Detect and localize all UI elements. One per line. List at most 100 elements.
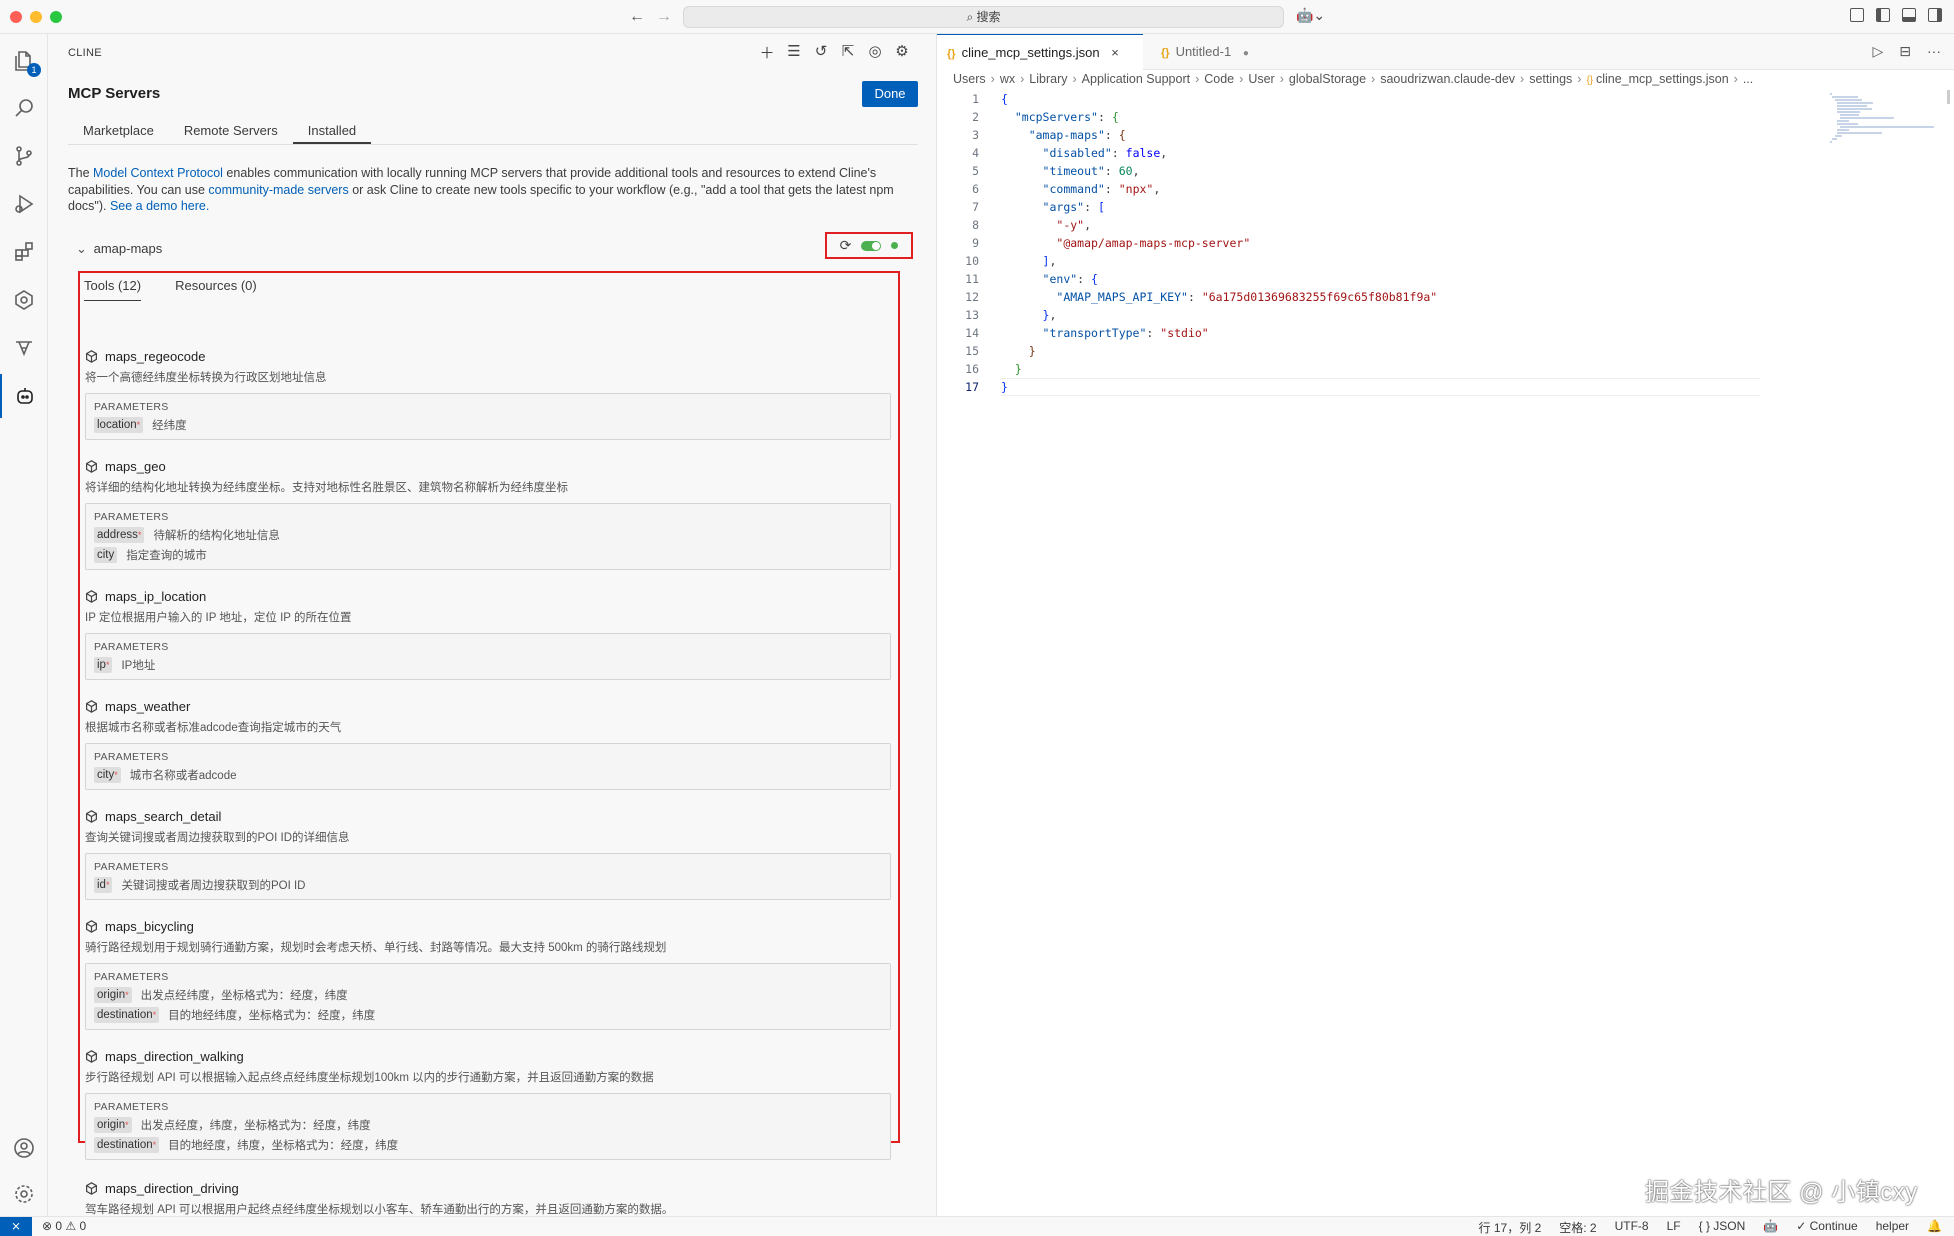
tab-marketplace[interactable]: Marketplace [68,114,169,144]
remote-indicator[interactable]: ⨯ [0,1217,32,1236]
parameter-row: destination* 目的地经度，纬度，坐标格式为：经度，纬度 [94,1137,882,1153]
close-tab-icon[interactable]: × [1111,45,1119,60]
minimap-line [1830,93,1832,95]
code-line[interactable]: 7 "args": [ [937,198,1954,216]
extensions-icon[interactable] [0,230,48,274]
breadcrumb-item[interactable]: Users [953,72,986,86]
problems-indicator[interactable]: ⊗ 0 ⚠ 0 [42,1219,86,1233]
tab-resources[interactable]: Resources (0) [175,278,257,301]
history-icon[interactable]: ↺ [812,42,830,63]
tab-remote-servers[interactable]: Remote Servers [169,114,293,144]
tool-description: 根据城市名称或者标准adcode查询指定城市的天气 [85,722,342,734]
encoding[interactable]: UTF-8 [1615,1219,1649,1236]
server-enabled-toggle[interactable] [861,240,882,251]
account-icon[interactable]: ◎ [866,42,884,63]
manage-gear-icon[interactable] [0,1172,48,1216]
code-line[interactable]: 3 "amap-maps": { [937,126,1954,144]
breadcrumb-item[interactable]: globalStorage [1289,72,1366,86]
code-text: "amap-maps": { [1028,128,1126,142]
breadcrumb-item[interactable]: cline_mcp_settings.json [1596,72,1729,86]
code-line[interactable]: 6 "command": "npx", [937,180,1954,198]
editor-scrollbar[interactable] [1947,90,1950,104]
done-button[interactable]: Done [862,81,918,107]
parameter-name: city [94,547,118,563]
indentation[interactable]: 空格: 2 [1559,1219,1596,1236]
toggle-panel-icon[interactable] [1902,8,1916,22]
breadcrumb-separator: › [1020,72,1025,86]
mcp-servers-icon[interactable]: ☰ [785,42,803,63]
breadcrumb-item[interactable]: Application Support [1082,72,1190,86]
code-line[interactable]: 12 "AMAP_MAPS_API_KEY": "6a175d013696832… [937,288,1954,306]
command-center-search[interactable]: ⌕ 搜索 [683,6,1284,28]
breadcrumb-item[interactable]: saoudrizwan.claude-dev [1380,72,1515,86]
breadcrumb-item[interactable]: settings [1529,72,1572,86]
remote-explorer-icon[interactable] [0,278,48,322]
forward-arrow-icon[interactable]: → [656,8,672,26]
tool-description: 将详细的结构化地址转换为经纬度坐标。支持对地标性名胜景区、建筑物名称解析为经纬度… [85,482,568,494]
parameter-row: origin* 出发点经度，纬度，坐标格式为：经度，纬度 [94,1117,882,1133]
copilot-status-icon[interactable]: 🤖 [1763,1219,1778,1236]
accounts-icon[interactable] [0,1126,48,1170]
community-servers-link[interactable]: community-made servers [208,183,348,197]
tool-name: maps_search_detail [85,809,891,824]
run-debug-icon[interactable] [0,182,48,226]
toggle-sidebar-icon[interactable] [1876,8,1890,22]
code-line[interactable]: 16 } [937,360,1954,378]
minimize-window-button[interactable] [30,11,42,23]
end-of-line[interactable]: LF [1667,1219,1681,1236]
customize-layout-icon[interactable] [1850,8,1864,22]
breadcrumb-item[interactable]: wx [1000,72,1015,86]
tab-tools[interactable]: Tools (12) [84,278,142,301]
status-bar: ⨯ ⊗ 0 ⚠ 0 行 17，列 2 空格: 2 UTF-8 LF { } JS… [0,1216,1954,1236]
tab-untitled[interactable]: {} Untitled-1 ● [1151,34,1267,70]
code-line[interactable]: 1{ [937,90,1954,108]
code-line[interactable]: 11 "env": { [937,270,1954,288]
code-line[interactable]: 10 ], [937,252,1954,270]
source-control-icon[interactable] [0,134,48,178]
code-line[interactable]: 15 } [937,342,1954,360]
breadcrumb-item[interactable]: Code [1204,72,1234,86]
explorer-icon[interactable]: 1 [0,39,48,83]
demo-link[interactable]: See a demo here. [110,199,209,213]
continue-status[interactable]: ✓ Continue [1796,1219,1857,1236]
code-line[interactable]: 2 "mcpServers": { [937,108,1954,126]
cursor-position[interactable]: 行 17，列 2 [1479,1219,1542,1236]
toggle-secondary-sidebar-icon[interactable] [1928,8,1942,22]
tab-installed[interactable]: Installed [292,114,372,144]
breadcrumb-item[interactable]: User [1248,72,1274,86]
code-line[interactable]: 9 "@amap/amap-maps-mcp-server" [937,234,1954,252]
split-editor-icon[interactable]: ⊟ [1899,43,1911,60]
notifications-bell-icon[interactable]: 🔔 [1927,1219,1942,1236]
code-line[interactable]: 13 }, [937,306,1954,324]
copilot-icon[interactable]: 🤖⌄ [1296,7,1325,24]
popout-icon[interactable]: ⇱ [839,42,857,63]
server-header[interactable]: ⌄ amap-maps [76,241,162,257]
tab-settings-json[interactable]: {} cline_mcp_settings.json × [937,34,1143,71]
unsaved-dot-icon[interactable]: ● [1243,48,1249,59]
new-task-icon[interactable]: ＋ [758,42,776,63]
language-mode[interactable]: { } JSON [1699,1219,1746,1236]
testing-icon[interactable] [0,326,48,370]
settings-gear-icon[interactable]: ⚙ [893,42,911,63]
restart-server-icon[interactable]: ⟳ [840,237,852,254]
maximize-window-button[interactable] [50,11,62,23]
run-icon[interactable]: ▷ [1872,43,1883,60]
breadcrumb-item[interactable]: Library [1029,72,1067,86]
tool-description: 将一个高德经纬度坐标转换为行政区划地址信息 [85,372,327,384]
close-window-button[interactable] [10,11,22,23]
cline-icon[interactable] [0,374,48,418]
minimap[interactable] [1830,92,1935,143]
parameter-row: destination* 目的地经纬度，坐标格式为：经度，纬度 [94,1007,882,1023]
code-line[interactable]: 14 "transportType": "stdio" [937,324,1954,342]
back-arrow-icon[interactable]: ← [629,8,645,26]
mcp-protocol-link[interactable]: Model Context Protocol [93,166,223,180]
code-line[interactable]: 5 "timeout": 60, [937,162,1954,180]
helper-status[interactable]: helper [1876,1219,1909,1236]
code-line[interactable]: 17} [937,378,1954,396]
code-line[interactable]: 8 "-y", [937,216,1954,234]
more-actions-icon[interactable]: ··· [1927,43,1941,60]
code-line[interactable]: 4 "disabled": false, [937,144,1954,162]
search-icon[interactable] [0,86,48,130]
cube-icon [85,590,98,603]
breadcrumb-item[interactable]: ... [1743,72,1753,86]
